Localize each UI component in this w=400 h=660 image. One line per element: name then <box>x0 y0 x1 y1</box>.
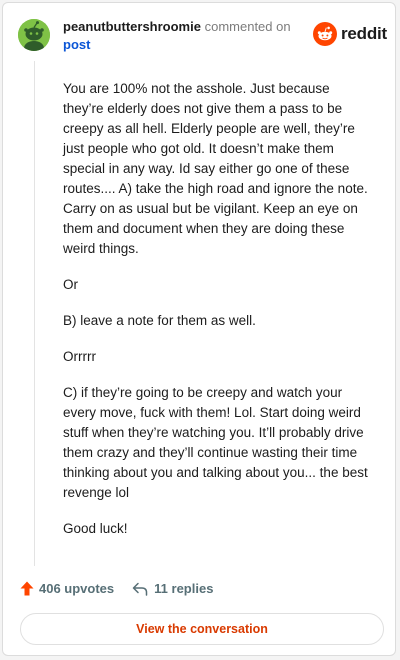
comment-footer: 406 upvotes 11 replies <box>20 581 213 596</box>
reply-count: 11 replies <box>154 581 214 596</box>
embedded-comment-card: peanutbuttershroomie commented on post r… <box>2 2 396 656</box>
upvote-button[interactable]: 406 upvotes <box>20 581 114 596</box>
post-link[interactable]: post <box>63 36 303 54</box>
comment-paragraph: B) leave a note for them as well. <box>63 313 256 328</box>
replies-button[interactable]: 11 replies <box>132 581 213 596</box>
action-text: commented on <box>204 19 291 34</box>
logo-wordmark: reddit <box>341 24 388 43</box>
snoo-avatar-icon <box>18 19 50 51</box>
comment-paragraph: Orrrrr <box>63 349 96 364</box>
comment-paragraph: Or <box>63 277 78 292</box>
reddit-alien-icon <box>313 22 337 46</box>
avatar[interactable] <box>18 19 50 51</box>
comment-body: You are 100% not the asshole. Just becau… <box>63 79 373 555</box>
username-link[interactable]: peanutbuttershroomie <box>63 19 201 34</box>
comment-paragraph: C) if they’re going to be creepy and wat… <box>63 385 368 500</box>
view-conversation-button[interactable]: View the conversation <box>20 613 384 645</box>
comment-paragraph: You are 100% not the asshole. Just becau… <box>63 81 368 256</box>
upvote-arrow-icon <box>20 581 34 596</box>
reply-arrow-icon <box>132 582 148 596</box>
comment-paragraph: Good luck! <box>63 521 128 536</box>
upvote-count: 406 upvotes <box>39 581 115 596</box>
comment-header: peanutbuttershroomie commented on post <box>63 18 303 54</box>
thread-line <box>34 61 35 566</box>
reddit-logo[interactable]: reddit <box>313 22 387 46</box>
